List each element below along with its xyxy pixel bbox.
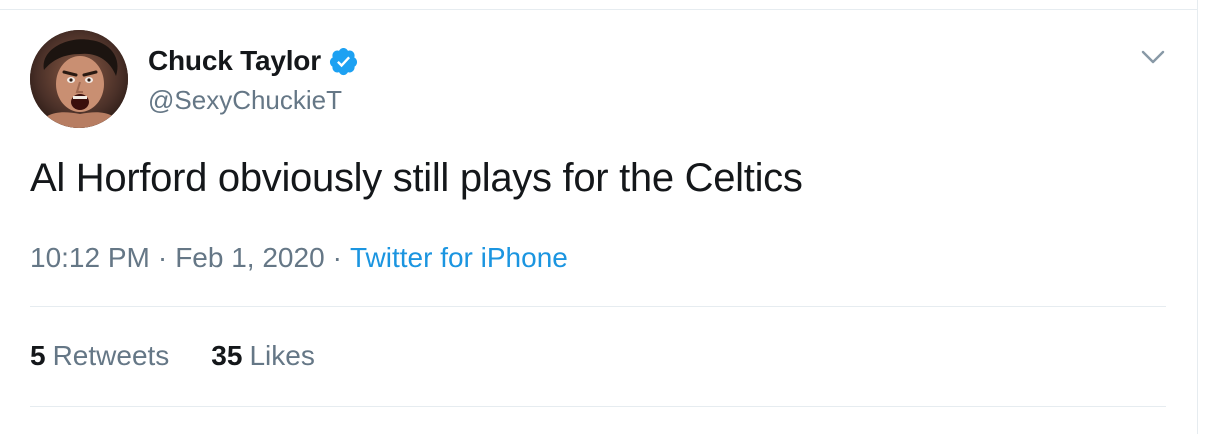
username-handle[interactable]: @SexyChuckieT: [148, 84, 342, 116]
author-name-row[interactable]: Chuck Taylor: [148, 42, 359, 80]
more-options-button[interactable]: [1138, 42, 1168, 72]
tweet-meta: 10:12 PM · Feb 1, 2020 · Twitter for iPhone: [30, 238, 568, 278]
meta-separator: ·: [157, 242, 168, 273]
right-divider: [1197, 0, 1198, 434]
retweets-count: 5: [30, 340, 46, 371]
retweets-label: Retweets: [52, 340, 170, 371]
chevron-down-icon: [1141, 50, 1165, 64]
tweet-source-link[interactable]: Twitter for iPhone: [350, 242, 568, 273]
tweet-stats: 5 Retweets 35 Likes: [30, 336, 315, 376]
likes-count: 35: [211, 340, 243, 371]
tweet-date[interactable]: Feb 1, 2020: [175, 242, 324, 273]
likes-label: Likes: [249, 340, 315, 371]
tweet-time[interactable]: 10:12 PM: [30, 242, 150, 273]
avatar[interactable]: [30, 30, 128, 128]
retweets-stat[interactable]: 5 Retweets: [30, 336, 169, 376]
tweet-text: Al Horford obviously still plays for the…: [30, 156, 803, 200]
divider: [30, 306, 1166, 307]
likes-stat[interactable]: 35 Likes: [211, 336, 315, 376]
divider: [30, 406, 1166, 407]
verified-badge-icon: [328, 46, 359, 77]
meta-separator: ·: [332, 242, 342, 273]
display-name[interactable]: Chuck Taylor: [148, 45, 321, 77]
avatar-image: [30, 30, 128, 128]
tweet-card: Chuck Taylor @SexyChuckieT Al Horford ob…: [0, 0, 1212, 434]
top-divider: [0, 9, 1198, 10]
